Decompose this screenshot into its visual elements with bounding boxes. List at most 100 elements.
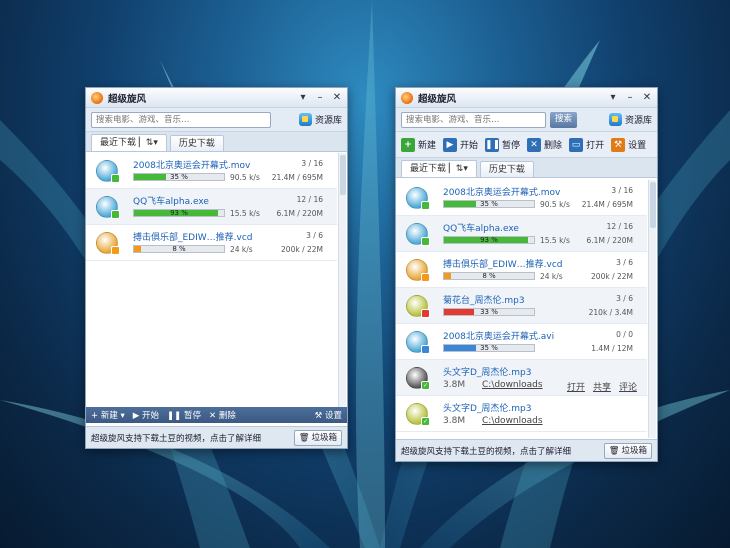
promo-link[interactable]: 超级旋风支持下载土豆的视频，点击了解详细 <box>91 432 261 444</box>
file-name[interactable]: 2008北京奥运会开幕式.mov <box>133 158 250 171</box>
download-row[interactable]: 菊花台_周杰伦.mp3 33 % 3 / 6 210k / 3.4M <box>396 288 647 324</box>
file-name[interactable]: QQ飞车alpha.exe <box>133 194 209 207</box>
download-row[interactable]: QQ飞车alpha.exe 93 % 15.5 k/s 12 / 16 6.1M… <box>86 189 337 225</box>
file-size: 200k / 22M <box>281 245 323 254</box>
completed-row[interactable]: ✓ 头文字D_周杰伦.mp3 3.8M C:\downloads <box>396 396 647 432</box>
settings-button[interactable]: ⚒ 设置 <box>611 137 646 152</box>
open-button[interactable]: ▭ 打开 <box>569 137 604 152</box>
file-type-icon <box>406 258 430 282</box>
downloader-window-compact: 超级旋风 ▾ – ✕ 资源库 最近下载 ▏⇅▾ 历史下载 2008北京奥运会开幕… <box>85 87 348 449</box>
file-size: 6.1M / 220M <box>586 236 633 245</box>
tab-recent-downloads[interactable]: 最近下载 ▏⇅▾ <box>91 134 167 151</box>
download-speed: 15.5 k/s <box>230 209 260 218</box>
file-name[interactable]: 头文字D_周杰伦.mp3 <box>443 401 532 414</box>
file-size: 3.8M <box>443 380 466 390</box>
minimize-button[interactable]: – <box>315 92 325 103</box>
start-button[interactable]: ▶ 开始 <box>443 137 478 152</box>
tab-recent-downloads[interactable]: 最近下载 ▏⇅▾ <box>401 160 477 177</box>
search-input[interactable] <box>401 111 546 128</box>
resource-library-button[interactable]: 资源库 <box>298 113 342 126</box>
app-logo-icon <box>91 91 103 104</box>
scrollbar-thumb[interactable] <box>340 155 346 195</box>
title-bar[interactable]: 超级旋风 ▾ – ✕ <box>396 88 657 108</box>
status-bar: 超级旋风支持下载土豆的视频，点击了解详细 🗑 垃圾箱 <box>86 426 347 448</box>
pause-button[interactable]: ❚❚ 暂停 <box>485 137 520 152</box>
title-bar[interactable]: 超级旋风 ▾ – ✕ <box>86 88 347 108</box>
delete-button[interactable]: ✕ 删除 <box>527 137 562 152</box>
download-speed: 90.5 k/s <box>230 173 260 182</box>
status-icon <box>111 245 120 255</box>
row-action-1[interactable]: 共享 <box>593 380 611 393</box>
close-button[interactable]: ✕ <box>642 92 652 103</box>
save-directory-link[interactable]: C:\downloads <box>482 416 543 426</box>
scrollbar-thumb[interactable] <box>650 182 656 228</box>
folder-icon: ▭ <box>569 137 584 152</box>
file-name[interactable]: 搏击俱乐部_EDIW…推荐.vcd <box>443 257 563 270</box>
menu-dropdown-button[interactable]: ▾ <box>608 92 618 103</box>
progress-percent: 35 % <box>480 200 498 208</box>
file-type-icon <box>96 195 120 219</box>
file-name[interactable]: QQ飞车alpha.exe <box>443 221 519 234</box>
file-name[interactable]: 头文字D_周杰伦.mp3 <box>443 365 532 378</box>
search-button[interactable]: 搜索 <box>550 111 578 128</box>
promo-link[interactable]: 超级旋风支持下载土豆的视频，点击了解详细 <box>401 445 571 457</box>
downloader-window-full: 超级旋风 ▾ – ✕ 搜索 资源库 +新建 ▶开始 ❚❚暂停 ✕删除 ▭打开 ⚒… <box>395 87 658 462</box>
file-size: 3.8M <box>443 416 466 426</box>
status-icon <box>421 236 430 246</box>
progress-bar: 35 % <box>443 344 535 352</box>
progress-bar: 8 % <box>443 272 535 280</box>
progress-bar: 93 % <box>133 209 225 217</box>
progress-bar: 8 % <box>133 245 225 253</box>
file-name[interactable]: 菊花台_周杰伦.mp3 <box>443 293 525 306</box>
app-logo-icon <box>401 91 413 104</box>
progress-percent: 93 % <box>480 236 498 244</box>
scrollbar[interactable] <box>338 153 346 407</box>
segment-count: 3 / 6 <box>616 294 633 303</box>
file-size: 21.4M / 695M <box>271 173 323 182</box>
start-button[interactable]: ▶ 开始 <box>133 409 159 421</box>
completed-row[interactable]: ✓ 头文字D_周杰伦.mp3 3.8M C:\downloads 打开 共享 评论 <box>396 360 647 396</box>
minimize-button[interactable]: – <box>625 92 635 103</box>
file-name[interactable]: 搏击俱乐部_EDIW…推荐.vcd <box>133 230 253 243</box>
scrollbar[interactable] <box>648 180 656 438</box>
resource-library-button[interactable]: 资源库 <box>608 113 652 126</box>
download-row[interactable]: 搏击俱乐部_EDIW…推荐.vcd 8 % 24 k/s 3 / 6 200k … <box>396 252 647 288</box>
download-row[interactable]: 2008北京奥运会开幕式.avi 35 % 0 / 0 1.4M / 12M <box>396 324 647 360</box>
save-directory-link[interactable]: C:\downloads <box>482 380 543 390</box>
delete-button[interactable]: ✕ 删除 <box>209 409 236 421</box>
download-row[interactable]: QQ飞车alpha.exe 93 % 15.5 k/s 12 / 16 6.1M… <box>396 216 647 252</box>
segment-count: 3 / 16 <box>301 159 323 168</box>
tab-download-history[interactable]: 历史下载 <box>169 135 224 151</box>
pause-button[interactable]: ❚❚ 暂停 <box>167 409 201 421</box>
row-action-0[interactable]: 打开 <box>567 380 585 393</box>
download-row[interactable]: 2008北京奥运会开幕式.mov 35 % 90.5 k/s 3 / 16 21… <box>86 153 337 189</box>
download-speed: 90.5 k/s <box>540 200 570 209</box>
progress-percent: 35 % <box>170 173 188 181</box>
download-row[interactable]: 2008北京奥运会开幕式.mov 35 % 90.5 k/s 3 / 16 21… <box>396 180 647 216</box>
menu-dropdown-button[interactable]: ▾ <box>298 92 308 103</box>
row-action-2[interactable]: 评论 <box>619 380 637 393</box>
status-icon <box>421 272 430 282</box>
search-input[interactable] <box>91 111 271 128</box>
close-button[interactable]: ✕ <box>332 92 342 103</box>
delete-icon: ✕ <box>527 137 542 152</box>
file-name[interactable]: 2008北京奥运会开幕式.mov <box>443 185 560 198</box>
status-icon <box>421 344 430 354</box>
download-row[interactable]: 搏击俱乐部_EDIW…推荐.vcd 8 % 24 k/s 3 / 6 200k … <box>86 225 337 261</box>
progress-percent: 8 % <box>482 272 496 280</box>
file-type-icon <box>96 159 120 183</box>
new-task-button[interactable]: + 新建 ▾ <box>91 409 125 421</box>
progress-bar: 33 % <box>443 308 535 316</box>
trash-icon: 🗑 <box>298 432 310 443</box>
new-task-button[interactable]: + 新建 <box>401 137 436 152</box>
trash-button[interactable]: 🗑 垃圾箱 <box>603 442 652 459</box>
download-speed: 15.5 k/s <box>540 236 570 245</box>
status-icon <box>421 200 430 210</box>
file-name[interactable]: 2008北京奥运会开幕式.avi <box>443 329 554 342</box>
progress-percent: 33 % <box>480 308 498 316</box>
file-type-icon <box>406 294 430 318</box>
settings-button[interactable]: ⚒ 设置 <box>315 409 342 421</box>
trash-button[interactable]: 🗑 垃圾箱 <box>293 429 342 446</box>
tab-download-history[interactable]: 历史下载 <box>479 161 534 177</box>
file-type-icon: ✓ <box>406 366 430 390</box>
